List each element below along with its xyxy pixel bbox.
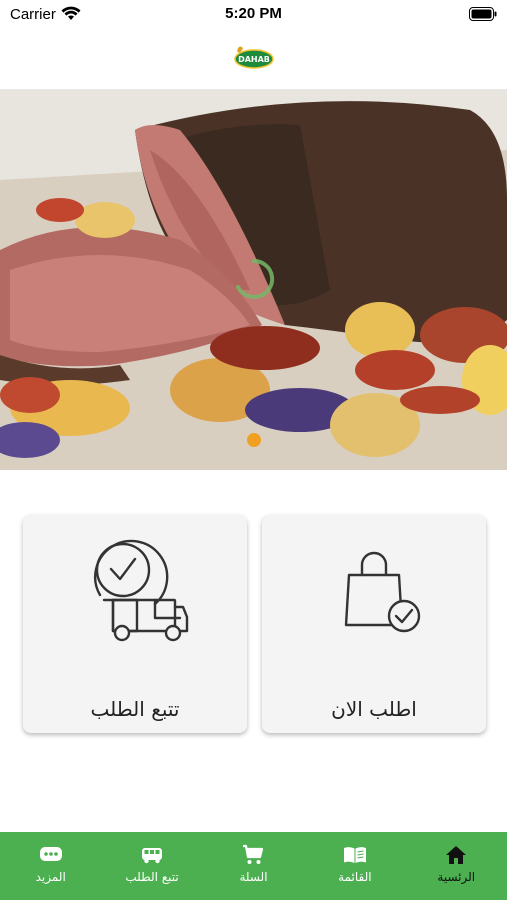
status-bar: Carrier 5:20 PM (0, 0, 507, 30)
slider-indicator-dot[interactable] (247, 433, 261, 447)
tab-home[interactable]: الرئسية (406, 832, 507, 900)
tab-more[interactable]: المزيد (0, 832, 101, 900)
logo-text: DAHAB (238, 55, 270, 64)
dahab-logo: DAHAB (234, 46, 274, 69)
status-time: 5:20 PM (225, 5, 282, 22)
track-order-label: تتبع الطلب (90, 697, 180, 721)
truck-icon (142, 848, 163, 864)
order-now-label: اطلب الان (331, 697, 417, 721)
track-order-card[interactable]: تتبع الطلب (23, 515, 247, 733)
tab-home-label: الرئسية (437, 870, 476, 884)
tab-menu[interactable]: القائمة (304, 832, 405, 900)
delivery-truck-clock-icon (93, 539, 189, 642)
tab-cart-label: السلة (239, 870, 268, 884)
tab-track-order[interactable]: تتبع الطلب (101, 832, 202, 900)
banner-slider[interactable] (0, 90, 507, 470)
app-header: DAHAB (0, 30, 507, 90)
bottom-tab-bar: المزيد تتبع الطلب السلة القائمة الرئسية (0, 832, 507, 900)
tab-more-label: المزيد (35, 870, 66, 884)
shopping-bag-check-icon (344, 551, 421, 633)
battery-icon (469, 7, 497, 21)
book-icon (343, 847, 366, 863)
tab-menu-label: القائمة (338, 870, 372, 884)
cart-icon (243, 844, 264, 864)
tab-track-order-label: تتبع الطلب (125, 870, 179, 884)
tab-cart[interactable]: السلة (203, 832, 304, 900)
loading-spinner-icon (236, 258, 275, 299)
home-icon (446, 846, 467, 864)
order-now-card[interactable]: اطلب الان (262, 515, 486, 733)
more-icon (39, 847, 62, 861)
